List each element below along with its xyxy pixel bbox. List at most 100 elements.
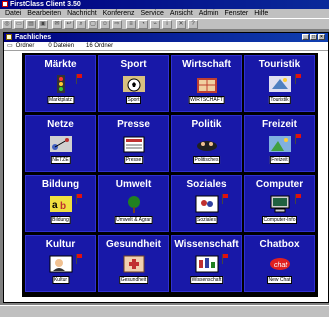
workspace: Fachliches _ □ × ▭ Ordner 0 Dateien 16 Ordn… bbox=[0, 30, 329, 305]
tile-title: Wissenschaft bbox=[174, 239, 239, 250]
traffic-light-icon bbox=[57, 75, 65, 93]
svg-text:chat: chat bbox=[274, 262, 288, 269]
tile-wissenschaft[interactable]: Wissenschaft Wissenschaft bbox=[171, 235, 242, 292]
maximize-button[interactable]: □ bbox=[310, 34, 317, 40]
tile-title: Chatbox bbox=[259, 239, 300, 250]
attach-icon[interactable]: ⌁ bbox=[150, 20, 160, 29]
tile-politik[interactable]: Politik Politisches bbox=[171, 115, 242, 172]
print-icon[interactable]: ▤ bbox=[26, 20, 36, 29]
tile-netze[interactable]: Netze NETZE bbox=[25, 115, 96, 172]
tile-label: Kultur bbox=[51, 276, 70, 284]
menu-bearbeiten[interactable]: Bearbeiten bbox=[27, 9, 61, 18]
tile-title: Bildung bbox=[41, 179, 80, 190]
tile-title: Umwelt bbox=[115, 179, 152, 190]
new-flag-icon bbox=[295, 194, 301, 204]
conference-icon bbox=[6, 34, 12, 40]
new-flag-icon bbox=[222, 194, 228, 204]
tile-title: Presse bbox=[117, 119, 150, 130]
tile-title: Wirtschaft bbox=[182, 59, 231, 70]
forward-icon[interactable]: ⇨ bbox=[112, 20, 122, 29]
folder-status-icon: ▭ bbox=[7, 43, 13, 49]
reply-icon[interactable]: ↩ bbox=[64, 20, 74, 29]
tile-bildung[interactable]: Bildung ab Bildung bbox=[25, 175, 96, 232]
tile-wirtschaft[interactable]: Wirtschaft WIRTSCHAFT bbox=[171, 55, 242, 112]
politics-icon bbox=[197, 141, 217, 151]
conference-grid: Märkte Marktplatz Sport Sport Wirtschaft… bbox=[22, 53, 318, 297]
building-icon bbox=[197, 78, 217, 93]
tile-computer[interactable]: Computer Computer-Info bbox=[244, 175, 315, 232]
tile-title: Märkte bbox=[44, 59, 77, 70]
soccer-ball-icon bbox=[123, 76, 145, 92]
tile-soziales[interactable]: Soziales Soziales bbox=[171, 175, 242, 232]
menu-fenster[interactable]: Fenster bbox=[225, 9, 249, 18]
svg-text:b: b bbox=[60, 201, 66, 212]
app-icon bbox=[2, 1, 8, 7]
tile-kultur[interactable]: Kultur Kultur bbox=[25, 235, 96, 292]
tile-touristik[interactable]: Touristik Touristik bbox=[244, 55, 315, 112]
connect-icon[interactable]: ◎ bbox=[2, 20, 12, 29]
tile-title: Sport bbox=[120, 59, 147, 70]
culture-icon bbox=[49, 255, 73, 273]
tile-title: Gesundheit bbox=[105, 239, 161, 250]
menu-konferenz[interactable]: Konferenz bbox=[103, 9, 135, 18]
menu-hilfe[interactable]: Hilfe bbox=[254, 9, 268, 18]
tile-title: Soziales bbox=[186, 179, 227, 190]
menu-datei[interactable]: Datei bbox=[5, 9, 21, 18]
tile-label: Politisches bbox=[192, 156, 221, 164]
tile-label: Touristik bbox=[268, 96, 291, 104]
user-icon[interactable]: ☺ bbox=[100, 20, 110, 29]
network-icon bbox=[50, 136, 72, 152]
tile-label: Gesundheit bbox=[118, 276, 149, 284]
menu-nachricht[interactable]: Nachricht bbox=[67, 9, 97, 18]
tile-gesundheit[interactable]: Gesundheit Gesundheit bbox=[98, 235, 169, 292]
folder-icon[interactable]: ▢ bbox=[88, 20, 98, 29]
chat-icon: chat bbox=[270, 258, 290, 270]
menu-admin[interactable]: Admin bbox=[199, 9, 219, 18]
menu-bar: Datei Bearbeiten Nachricht Konferenz Ser… bbox=[0, 9, 329, 18]
save-icon[interactable]: ▣ bbox=[38, 20, 48, 29]
mail-icon[interactable]: ✉ bbox=[52, 20, 62, 29]
tile-label: Computer-Info bbox=[261, 216, 298, 224]
delete-icon[interactable]: ✕ bbox=[176, 20, 186, 29]
tile-label: WIRTSCHAFT bbox=[188, 96, 225, 104]
tile-presse[interactable]: Presse Presse bbox=[98, 115, 169, 172]
search-icon[interactable]: ⌕ bbox=[76, 20, 86, 29]
tile-label: NETZE bbox=[50, 156, 71, 164]
science-icon bbox=[195, 255, 219, 273]
info-icon[interactable]: i bbox=[162, 20, 172, 29]
tile-chatbox[interactable]: Chatbox chat New Chat bbox=[244, 235, 315, 292]
status-bar bbox=[0, 305, 329, 317]
travel-icon bbox=[269, 76, 291, 92]
new-flag-icon bbox=[76, 74, 82, 84]
menu-service[interactable]: Service bbox=[141, 9, 164, 18]
tile-label: Presse bbox=[123, 156, 144, 164]
fachliches-window: Fachliches _ □ × ▭ Ordner 0 Dateien 16 Ordn… bbox=[3, 32, 329, 303]
folder-count: 16 Ordner bbox=[86, 43, 114, 49]
new-flag-icon bbox=[295, 134, 301, 144]
new-flag-icon bbox=[76, 254, 82, 264]
tile-label: New Chat bbox=[266, 276, 293, 284]
app-title-bar: FirstClass Client 3.50 bbox=[0, 0, 329, 9]
doc-icon[interactable]: ▭ bbox=[14, 20, 24, 29]
tile-label: Bildung bbox=[50, 216, 71, 224]
tile-freizeit[interactable]: Freizeit Freizeit bbox=[244, 115, 315, 172]
window-title: Fachliches bbox=[15, 34, 52, 41]
menu-ansicht[interactable]: Ansicht bbox=[170, 9, 193, 18]
history-icon[interactable]: ◔ bbox=[138, 20, 148, 29]
close-button[interactable]: × bbox=[318, 34, 325, 40]
app-title: FirstClass Client 3.50 bbox=[10, 1, 81, 8]
minimize-button[interactable]: _ bbox=[302, 34, 309, 40]
file-count: 0 Dateien bbox=[48, 43, 75, 49]
tile-title: Freizeit bbox=[261, 119, 297, 130]
help-icon[interactable]: ? bbox=[188, 20, 198, 29]
tile-label: Sport bbox=[125, 96, 142, 104]
tile-umwelt[interactable]: Umwelt Umwelt & Agrar bbox=[98, 175, 169, 232]
tile-sport[interactable]: Sport Sport bbox=[98, 55, 169, 112]
leisure-icon bbox=[269, 136, 291, 152]
tile-label: Umwelt & Agrar bbox=[114, 216, 153, 224]
svg-text:a: a bbox=[52, 200, 58, 211]
tile-title: Netze bbox=[47, 119, 74, 130]
health-icon bbox=[123, 255, 145, 273]
tile-maerkte[interactable]: Märkte Marktplatz bbox=[25, 55, 96, 112]
list-icon[interactable]: ≡ bbox=[126, 20, 136, 29]
